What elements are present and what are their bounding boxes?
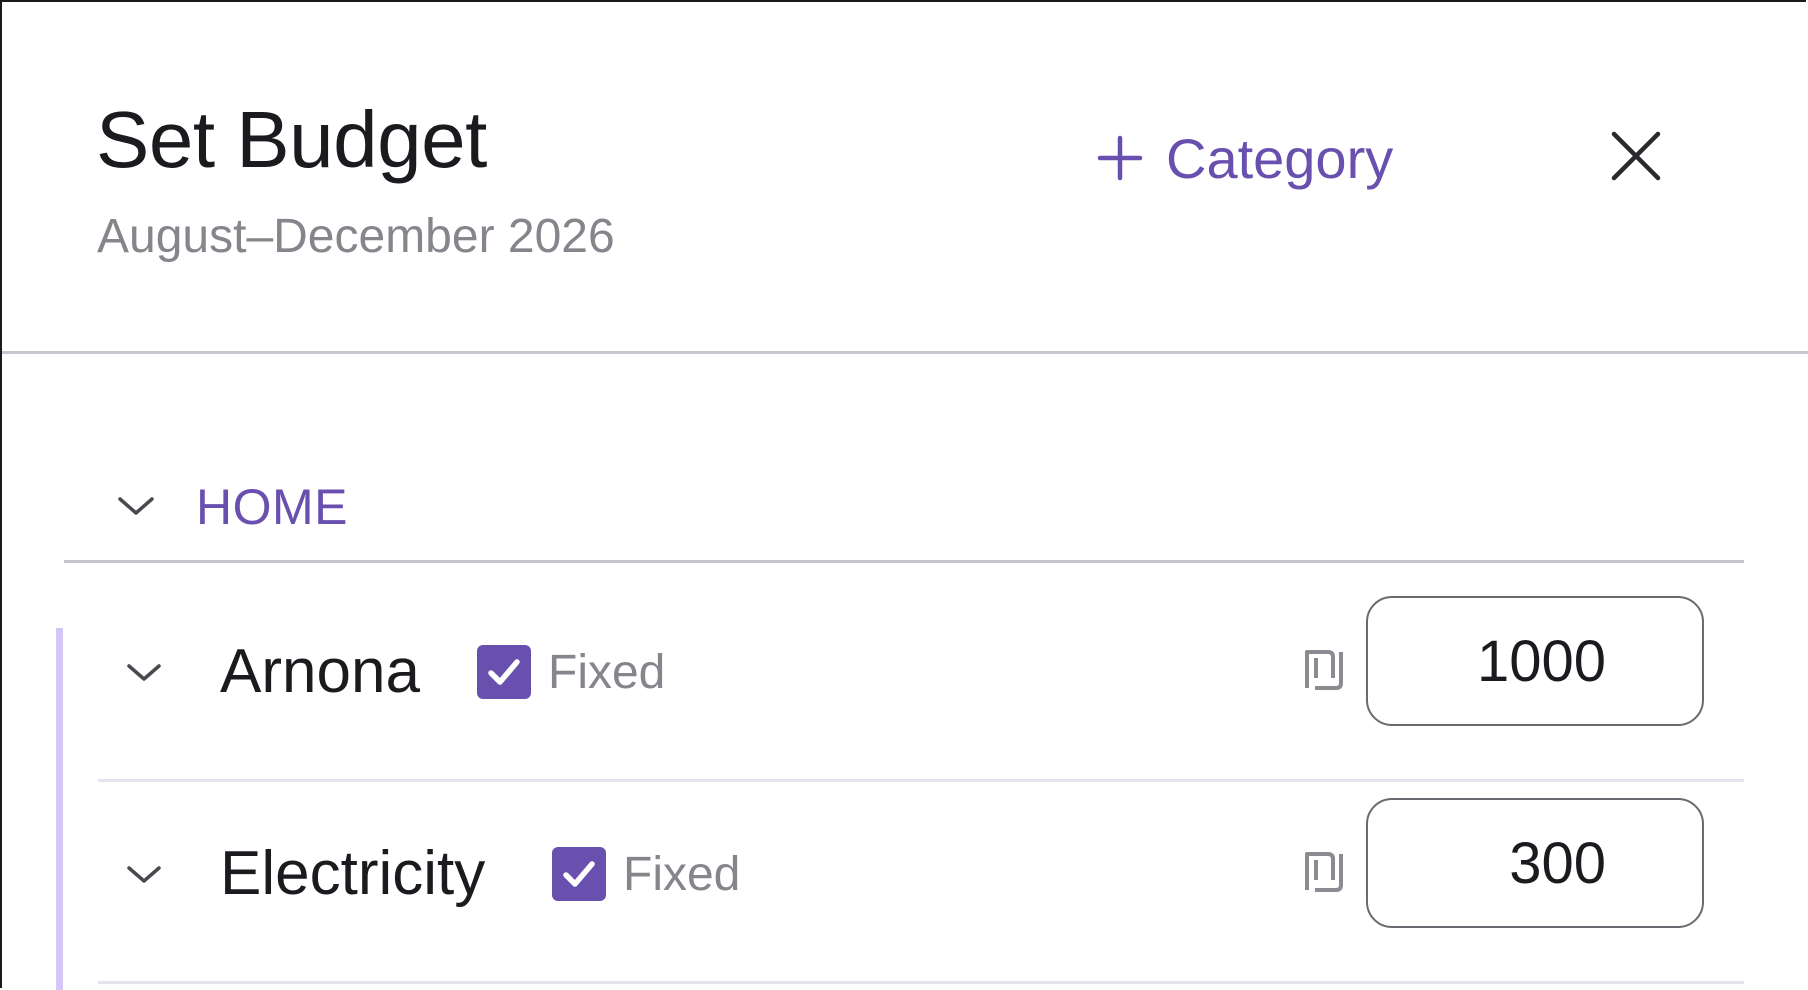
fixed-checkbox[interactable]: Fixed [552, 839, 740, 909]
fixed-label: Fixed [623, 847, 741, 901]
close-icon[interactable] [1608, 128, 1664, 184]
chevron-down-icon[interactable] [123, 854, 165, 896]
add-category-label: Category [1166, 126, 1394, 190]
chevron-down-icon[interactable] [123, 652, 165, 694]
category-name: Arnona [220, 637, 420, 706]
shekel-icon [1305, 852, 1343, 892]
row-divider [98, 779, 1744, 782]
checkbox-checked-icon [552, 847, 606, 901]
page-title: Set Budget [96, 95, 487, 184]
category-name: Electricity [220, 839, 486, 908]
shekel-icon [1305, 650, 1343, 690]
checkbox-checked-icon [477, 645, 531, 699]
chevron-down-icon [118, 497, 154, 515]
budget-period: August–December 2026 [97, 210, 615, 263]
set-budget-panel: Set Budget August–December 2026 Category… [0, 0, 1808, 990]
row-divider [98, 981, 1744, 984]
group-indicator-bar [56, 628, 63, 990]
header-divider [2, 351, 1808, 354]
group-name: HOME [196, 479, 348, 535]
add-category-button[interactable]: Category [1096, 120, 1393, 196]
category-row: Arnona Fixed [98, 582, 1744, 782]
group-header-home[interactable]: HOME [110, 472, 348, 542]
group-divider [64, 560, 1744, 563]
amount-input[interactable] [1366, 798, 1704, 928]
fixed-label: Fixed [548, 645, 666, 699]
amount-input[interactable] [1366, 596, 1704, 726]
category-row: Electricity Fixed [98, 784, 1744, 984]
plus-icon [1097, 135, 1143, 181]
fixed-checkbox[interactable]: Fixed [477, 637, 665, 707]
